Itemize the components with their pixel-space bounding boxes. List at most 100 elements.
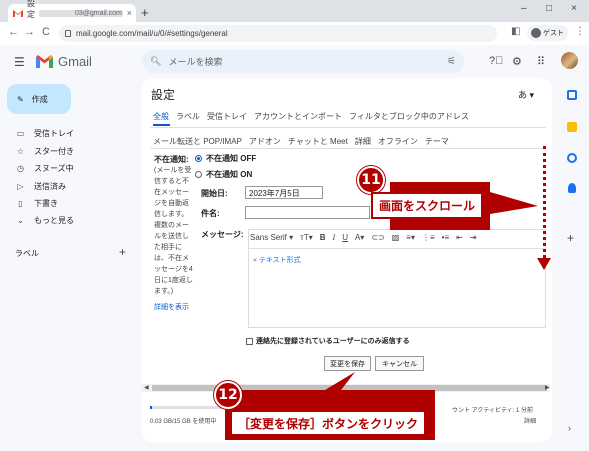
tab-email: xxxxxxxxxx03@gmail.com <box>39 9 123 17</box>
help-icon[interactable]: ?⃝ <box>489 55 503 67</box>
details-link[interactable]: 詳細 <box>524 416 536 425</box>
side-panel <box>556 78 589 451</box>
lock-icon <box>65 30 71 37</box>
calendar-icon[interactable] <box>567 90 577 100</box>
settings-gear-icon[interactable]: ⚙ <box>512 55 522 68</box>
plain-text-link[interactable]: « テキスト形式 <box>253 255 301 265</box>
apps-grid-icon[interactable]: ⠿ <box>537 55 545 68</box>
maximize-icon[interactable]: □ <box>546 3 552 14</box>
radio-unselected[interactable] <box>195 171 202 178</box>
close-window-icon[interactable]: × <box>571 3 577 14</box>
side-panel-icon[interactable]: ◧ <box>511 26 520 37</box>
nav-item-more[interactable]: ⌄ もっと見る <box>16 215 74 226</box>
tab-themes[interactable]: テーマ <box>425 136 449 147</box>
draft-icon: ▯ <box>18 199 23 208</box>
search-icon[interactable]: 🔍︎ <box>150 56 161 67</box>
font-select[interactable]: Sans Serif ▾ <box>250 233 293 242</box>
tab-forwarding[interactable]: メール転送と POP/IMAP <box>153 136 242 147</box>
reload-icon[interactable]: C <box>42 26 50 38</box>
browser-tab[interactable]: 設定 - xxxxxxxxxx03@gmail.com × <box>8 0 136 29</box>
tab-inbox[interactable]: 受信トレイ <box>207 111 247 122</box>
nav-item-sent[interactable]: ▷ 送信済み <box>16 181 66 192</box>
url-text: mail.google.com/mail/u/0/#settings/gener… <box>76 29 228 38</box>
storage-text: 0.03 GB/15 GB を使用中 <box>150 419 217 425</box>
page-title: 設定 <box>151 88 176 102</box>
inbox-icon: ▭ <box>16 129 25 138</box>
hide-panel-icon[interactable]: › <box>568 423 571 433</box>
new-tab-button[interactable]: + <box>141 5 149 20</box>
radio-selected[interactable] <box>195 155 202 162</box>
step1-callout: 画面をスクロール <box>371 192 484 219</box>
tab-close-icon[interactable]: × <box>127 8 132 18</box>
bold-icon[interactable]: B <box>320 233 326 242</box>
scroll-left-icon[interactable]: ◀ <box>144 384 149 391</box>
labels-heading: ラベル <box>15 249 39 258</box>
start-date-input[interactable]: 2023年7月5日 <box>245 186 323 199</box>
forward-icon[interactable]: → <box>24 26 35 38</box>
tab-labels[interactable]: ラベル <box>176 111 200 122</box>
nav-item-snoozed[interactable]: ◷ スヌーズ中 <box>16 163 74 174</box>
tab-general[interactable]: 全般 <box>153 111 169 122</box>
gmail-favicon-icon <box>13 9 23 17</box>
search-options-icon[interactable]: ⚟ <box>447 56 456 67</box>
vacation-off-option[interactable]: 不在通知 OFF <box>195 153 256 164</box>
tasks-icon[interactable] <box>567 153 577 163</box>
guest-label: ゲスト <box>543 30 564 37</box>
gmail-logo-icon[interactable] <box>36 55 53 68</box>
account-avatar[interactable] <box>561 52 578 69</box>
search-bar[interactable]: 🔍︎ メールを検索 ⚟ <box>142 50 464 73</box>
vacation-on-option[interactable]: 不在通知 ON <box>195 169 252 180</box>
underline-icon[interactable]: U <box>342 233 348 242</box>
tab-chat-meet[interactable]: チャットと Meet <box>288 136 348 147</box>
guest-profile-button[interactable]: ゲスト <box>527 25 568 41</box>
tab-addons[interactable]: アドオン <box>249 136 281 147</box>
main-menu-icon[interactable]: ☰ <box>14 55 25 69</box>
send-icon: ▷ <box>17 182 24 191</box>
add-label-icon[interactable]: + <box>119 245 126 259</box>
contacts-icon[interactable] <box>568 183 576 193</box>
tab-filters[interactable]: フィルタとブロック中のアドレス <box>349 111 469 122</box>
step-badge-12: 12 <box>214 381 242 409</box>
minimize-icon[interactable]: – <box>521 3 527 14</box>
settings-tabs-row1: 全般 ラベル 受信トレイ アカウントとインポート フィルタとブロック中のアドレス <box>153 111 469 122</box>
account-activity: ウント アクティビティ: 1 分前 <box>452 408 533 414</box>
checkbox[interactable] <box>246 337 253 345</box>
pencil-icon: ✎ <box>17 94 24 104</box>
nav-item-inbox[interactable]: ▭ 受信トレイ <box>16 128 74 139</box>
nav-item-starred[interactable]: ☆ スター付き <box>16 146 74 157</box>
compose-label: 作成 <box>31 94 48 104</box>
browser-menu-icon[interactable]: ⋮ <box>575 26 585 37</box>
input-method-indicator[interactable]: あ ▾ <box>518 88 534 101</box>
search-input[interactable]: メールを検索 <box>168 55 222 68</box>
settings-tabs-row2: メール転送と POP/IMAP アドオン チャットと Meet 詳細 オフライン… <box>153 136 449 147</box>
message-label: メッセージ: <box>201 230 244 239</box>
active-tab-underline <box>153 124 170 126</box>
scroll-right-icon[interactable]: ▶ <box>545 384 550 391</box>
contacts-only-option[interactable]: 連絡先に登録されているユーザーにのみ返信する <box>246 336 410 346</box>
divider <box>150 127 546 128</box>
tab-offline[interactable]: オフライン <box>378 136 418 147</box>
get-addons-icon[interactable]: + <box>567 231 574 245</box>
italic-icon[interactable]: I <box>333 233 336 242</box>
editor-divider <box>249 248 546 249</box>
tab-advanced[interactable]: 詳細 <box>355 136 371 147</box>
profile-icon <box>531 28 541 38</box>
compose-button[interactable]: ✎ 作成 <box>7 84 71 114</box>
gmail-logo-text: Gmail <box>58 54 92 69</box>
subject-label: 件名: <box>201 209 220 218</box>
chevron-down-icon: ⌄ <box>17 216 24 225</box>
nav-item-drafts[interactable]: ▯ 下書き <box>16 198 58 209</box>
star-icon: ☆ <box>16 147 25 156</box>
back-icon[interactable]: ← <box>8 26 19 38</box>
callout-arrow-step2 <box>225 372 435 440</box>
address-bar[interactable]: mail.google.com/mail/u/0/#settings/gener… <box>59 25 497 42</box>
keep-icon[interactable] <box>567 122 577 132</box>
message-editor[interactable] <box>248 229 546 328</box>
step-badge-11: 11 <box>357 166 385 194</box>
vacation-label: 不在通知: <box>154 155 189 164</box>
subject-input[interactable] <box>245 206 370 219</box>
learn-more-link[interactable]: 詳細を表示 <box>154 302 189 312</box>
clock-icon: ◷ <box>17 164 24 173</box>
tab-accounts[interactable]: アカウントとインポート <box>254 111 342 122</box>
font-size-icon[interactable]: ᴛT▾ <box>300 233 313 242</box>
